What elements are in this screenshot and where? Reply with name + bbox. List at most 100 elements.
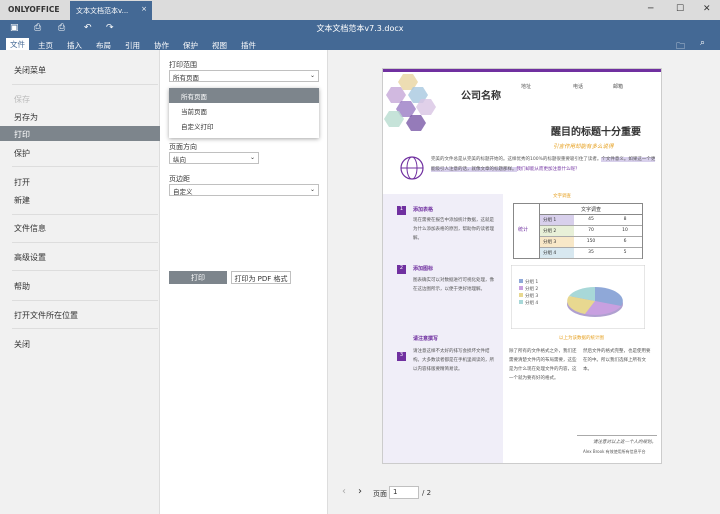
file-menu-sidebar: 关闭菜单 保存 另存为 打印 保护 打开 新建 文件信息 高级设置 帮助 打开文… [0,50,160,514]
option-current-page[interactable]: 当前页面 [169,103,319,118]
help-item[interactable]: 帮助 [14,281,30,292]
orientation-label: 页面方向 [169,142,197,152]
next-page-icon[interactable]: › [358,486,362,497]
table-side-label: 统计 [514,204,540,258]
margins-select[interactable]: 自定义 ⌄ [169,184,319,196]
table-header: 文字调查 [540,204,642,215]
legend-swatch [519,293,523,297]
legend-swatch [519,300,523,304]
section-3-col2: 除了所有的文件格式之外，我们还需要清楚文件内的布局需要，这些是为什么现在处理文件… [509,347,577,383]
table-cell: 70 [574,226,608,236]
document-title: 文本文档范本v7.3.docx [0,23,720,34]
tab-close-icon[interactable]: × [141,5,147,13]
doc-headline: 醒目的标题十分重要 [551,123,641,138]
orientation-value: 纵向 [173,156,186,164]
preview-page: 公司名称 地址 电话 邮箱 醒目的标题十分重要 引言作用却能有多么说得 完美的文… [382,68,662,464]
page-total: / 2 [422,489,431,497]
doc-subtitle: 引言作用却能有多么说得 [553,142,614,150]
table-cell: 10 [608,226,642,236]
legend-label: 分组 4 [525,299,538,306]
contact-email: 邮箱 [613,83,623,90]
section-1-title: 添加表格 [413,206,433,213]
table-caption: 文字调查 [553,193,571,199]
contact-address: 地址 [521,83,531,90]
document-tab[interactable]: 文本文档范本v...× [70,1,152,20]
section-3-title: 请注意撰写 [413,335,438,342]
table-cell: 5 [608,248,642,258]
option-custom[interactable]: 自定义打印 [169,118,319,133]
range-value: 所有页面 [173,74,199,82]
table-cell: 分组 2 [540,226,574,236]
print-pdf-button[interactable]: 打印为 PDF 格式 [231,271,291,284]
open-item[interactable]: 打开 [14,177,30,188]
app-logo: ONLYOFFICE [8,5,59,14]
option-all-pages[interactable]: 所有页面 [169,88,319,103]
legend-swatch [519,286,523,290]
company-name: 公司名称 [461,87,501,102]
title-bar: ONLYOFFICE 文本文档范本v...× ─ ☐ ✕ [0,0,720,20]
save-as-item[interactable]: 另存为 [14,112,38,123]
table-row: 分组 4355 [540,248,642,259]
divider [12,328,158,329]
orientation-select[interactable]: 纵向 ⌄ [169,152,259,164]
margins-value: 自定义 [173,188,193,196]
step-3-badge: 3 [397,352,406,361]
quote-divider [577,435,657,436]
prev-page-icon[interactable]: ‹ [342,486,346,497]
protect-item[interactable]: 保护 [14,148,30,159]
divider [12,166,158,167]
close-item[interactable]: 关闭 [14,339,30,350]
new-item[interactable]: 新建 [14,195,30,206]
range-dropdown: 所有页面 当前页面 自定义打印 [169,88,319,138]
contact-phone: 电话 [573,83,583,90]
search-icon[interactable]: ⌕ [700,38,705,48]
table-cell: 分组 1 [540,215,574,225]
toolbar-header: ▣ ⎙ ⎙ ↶ ↷ 文本文档范本v7.3.docx 🗀 ⌕ 文件 主页 插入 布… [0,20,720,50]
chevron-down-icon: ⌄ [310,72,315,79]
quote-text: 请注意对以上这一个人的规划。 [593,439,656,445]
save-item: 保存 [14,94,30,105]
table-row: 分组 1458 [540,215,642,226]
chevron-down-icon: ⌄ [310,186,315,193]
hexagon-decoration [383,69,443,139]
intro-line-1: 完美的文件总是从完美的标题开始的。这样优秀的100%的标题很重要吸引住了读者。 [431,157,601,162]
legend-swatch [519,279,523,283]
table-cell: 6 [608,237,642,247]
print-item[interactable]: 打印 [14,129,30,140]
chevron-down-icon: ⌄ [250,154,255,161]
divider [12,300,158,301]
section-3-col3: 然后文件的格式完整，也是使用要在的中。所以我们选择上所有文本。 [583,347,653,374]
open-location-item[interactable]: 打开文件所在位置 [14,310,78,321]
close-menu-item[interactable]: 关闭菜单 [14,65,46,76]
close-window-button[interactable]: ✕ [703,4,711,14]
doc-info-item[interactable]: 文件信息 [14,223,46,234]
section-2-text: 图表确实可以对数据进行可视化处理，像在这边图所示，以便于更好地理解。 [413,276,495,294]
table-body: 分组 1458分组 27010分组 31506分组 4355 [540,215,642,259]
minimize-button[interactable]: ─ [648,4,653,14]
table-cell: 45 [574,215,608,225]
divider [12,242,158,243]
table-cell: 分组 4 [540,248,574,258]
print-settings-panel: 打印范围 所有页面⌄ 所有页面 当前页面 自定义打印 页面方向 纵向⌄ 页边距 … [160,50,328,514]
pie-slices [567,287,623,317]
maximize-button[interactable]: ☐ [676,4,684,14]
divider [12,270,158,271]
advanced-settings-item[interactable]: 高级设置 [14,252,46,263]
page-label: 页面 [373,489,387,499]
section-1-text: 现在需要在报告中添加统计数据，这就是为什么添加表格的原因，帮助你的读者理解。 [413,216,495,243]
page-number-input[interactable]: 1 [389,486,419,499]
globe-icon [399,155,425,181]
data-table: 统计 文字调查 分组 1458分组 27010分组 31506分组 4355 [513,203,643,259]
legend-label: 分组 2 [525,285,538,292]
tab-file[interactable]: 文件 [6,38,29,50]
range-select[interactable]: 所有页面 ⌄ [169,70,319,82]
step-1-badge: 1 [397,206,406,215]
table-cell: 分组 3 [540,237,574,247]
legend-label: 分组 3 [525,292,538,299]
divider [12,84,158,85]
table-row: 分组 27010 [540,226,642,237]
intro-line-3: 我们却能从而更加注意什么呢？ [517,167,580,172]
print-button[interactable]: 打印 [169,271,227,284]
table-cell: 8 [608,215,642,225]
pie-chart: 分组 1分组 2分组 3分组 4 [511,265,645,329]
